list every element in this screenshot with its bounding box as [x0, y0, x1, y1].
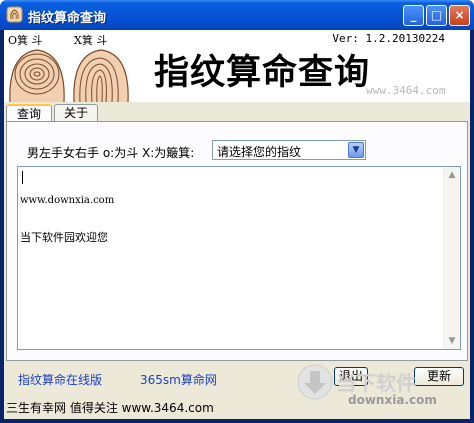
query-panel: 男左手女右手 o:为斗 X:为簸箕: 请选择您的指纹 ▼ www.downxia… — [6, 121, 468, 361]
logo-url: downxia.com — [348, 393, 437, 407]
whorl-fingerprint-image — [9, 49, 65, 102]
scroll-down-icon[interactable]: ▼ — [444, 333, 460, 349]
close-button[interactable]: × — [449, 5, 470, 26]
tab-about[interactable]: 关于 — [54, 104, 98, 122]
result-line-welcome: 当下软件园欢迎您 — [20, 231, 108, 244]
maximize-button[interactable]: □ — [426, 5, 447, 26]
365sm-link[interactable]: 365sm算命网 — [140, 371, 217, 388]
online-version-link[interactable]: 指纹算命在线版 — [18, 371, 102, 388]
downxia-logo-watermark: 当下软件 downxia.com — [296, 363, 466, 415]
window-title: 指纹算命查询 — [28, 11, 107, 26]
fingerprint-select[interactable]: 请选择您的指纹 ▼ — [212, 140, 366, 160]
scroll-up-icon[interactable]: ▲ — [444, 167, 460, 183]
minimize-button[interactable]: _ — [403, 5, 424, 26]
fingerprint-select-value: 请选择您的指纹 — [217, 145, 302, 159]
result-line-url: www.downxia.com — [20, 195, 115, 206]
result-textarea[interactable]: www.downxia.com 当下软件园欢迎您 ▲ ▼ — [17, 166, 461, 350]
header-banner: O箕 斗 X箕 斗 Ver: 1.2.20130224 指纹算命查询 www.3… — [4, 30, 470, 102]
logo-text: 当下软件 — [336, 371, 416, 395]
client-area: O箕 斗 X箕 斗 Ver: 1.2.20130224 指纹算命查询 www.3… — [4, 30, 470, 419]
download-arrow-icon — [297, 364, 333, 400]
vertical-scrollbar[interactable]: ▲ ▼ — [443, 167, 460, 349]
banner-title: 指纹算命查询 — [154, 53, 371, 93]
banner-watermark: www.3464.com — [366, 84, 446, 97]
app-icon — [6, 6, 23, 23]
text-caret — [22, 171, 23, 184]
dropdown-arrow-icon[interactable]: ▼ — [348, 142, 364, 158]
app-window: 指纹算命查询 _ □ × O箕 斗 X箕 斗 Ver: 1.2.20130224… — [0, 0, 474, 423]
loop-fingerprint-image — [73, 49, 129, 102]
finger-hint-label: 男左手女右手 o:为斗 X:为簸箕: — [27, 146, 195, 160]
title-bar[interactable]: 指纹算命查询 _ □ × — [0, 0, 474, 30]
footer-text: 三生有幸网 值得关注 www.3464.com — [6, 401, 214, 415]
